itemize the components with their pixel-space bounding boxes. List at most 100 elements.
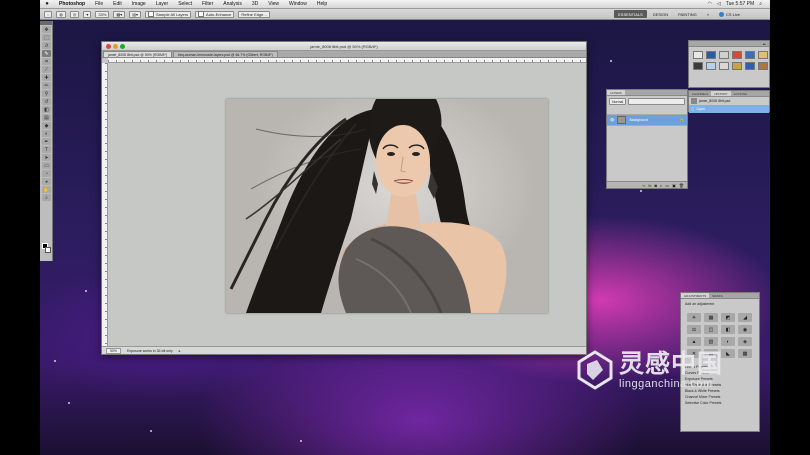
black-white-icon[interactable]: ◉ <box>738 325 752 334</box>
vertical-ruler[interactable] <box>102 63 108 346</box>
quick-selection-tool-icon[interactable]: ✎ <box>42 50 51 57</box>
style-swatch[interactable] <box>719 51 729 59</box>
style-swatch[interactable] <box>758 51 768 59</box>
zoom-tool-icon[interactable]: ⌕ <box>42 194 51 201</box>
menu-view[interactable]: View <box>263 1 284 7</box>
marquee-tool-icon[interactable]: ⬚ <box>42 34 51 41</box>
brightness-contrast-icon[interactable]: ☀ <box>687 313 701 322</box>
invert-icon[interactable]: ◐ <box>721 337 735 346</box>
layer-style-icon[interactable]: fx <box>648 183 651 188</box>
add-mask-icon[interactable]: ◙ <box>655 183 657 188</box>
volume-icon[interactable]: ◁ <box>717 1 721 7</box>
style-swatch[interactable] <box>732 62 742 70</box>
wifi-icon[interactable]: ◠ <box>708 1 712 7</box>
style-swatch[interactable] <box>732 51 742 59</box>
hand-tool-icon[interactable]: ✋ <box>42 186 51 193</box>
opacity-field[interactable] <box>628 98 685 105</box>
3d-camera-tool-icon[interactable]: ◕ <box>42 178 51 185</box>
arrange-documents-dropdown[interactable]: ▤▾ <box>129 10 142 18</box>
status-menu-icon[interactable]: ▸ <box>179 349 181 353</box>
vibrance-icon[interactable]: ⚖ <box>687 325 701 334</box>
zoom-value-field[interactable]: 33% <box>95 10 110 18</box>
menu-3d[interactable]: 3D <box>247 1 263 7</box>
menu-analysis[interactable]: Analysis <box>218 1 247 7</box>
dodge-tool-icon[interactable]: ◐ <box>42 130 51 137</box>
tab-adjustments[interactable]: ADJUSTMENTS <box>681 293 710 298</box>
pen-tool-icon[interactable]: ✒ <box>42 138 51 145</box>
portrait-photo[interactable] <box>226 99 548 313</box>
menu-window[interactable]: Window <box>284 1 312 7</box>
canvas-area[interactable] <box>109 64 585 346</box>
status-info-text[interactable]: Exposure works in 32-bit only <box>127 349 173 353</box>
menu-app-name[interactable]: Photoshop <box>54 1 90 7</box>
status-zoom-field[interactable]: 50% <box>106 347 122 354</box>
tab-history[interactable]: HISTORY <box>711 91 731 96</box>
cs-live-button[interactable]: CS Live <box>718 11 740 17</box>
style-swatch[interactable] <box>693 51 703 59</box>
levels-icon[interactable]: ▦ <box>704 313 718 322</box>
new-group-icon[interactable]: ▭ <box>665 183 669 188</box>
new-layer-icon[interactable]: ▣ <box>672 183 676 188</box>
crop-tool-icon[interactable]: ⌗ <box>42 58 51 65</box>
menu-file[interactable]: File <box>90 1 108 7</box>
style-swatch[interactable] <box>693 62 703 70</box>
blend-mode-select[interactable]: Normal <box>609 98 627 105</box>
workspace-painting[interactable]: PAINTING <box>674 10 701 18</box>
posterize-icon[interactable]: ◈ <box>738 337 752 346</box>
view-extras-dropdown[interactable]: ▦▾ <box>113 10 126 18</box>
exposure-icon[interactable]: ◢ <box>738 313 752 322</box>
delete-layer-icon[interactable]: 🗑 <box>679 183 684 188</box>
menu-help[interactable]: Help <box>312 1 332 7</box>
auto-enhance-checkbox[interactable]: Auto-Enhance <box>195 10 235 18</box>
menu-image[interactable]: Image <box>127 1 151 7</box>
menu-clock[interactable]: Tue 5:57 PM <box>726 1 754 7</box>
menu-select[interactable]: Select <box>173 1 197 7</box>
tab-layers[interactable]: LAYERS <box>607 90 625 95</box>
tool-preset-picker[interactable]: ◌ <box>44 10 53 18</box>
link-layers-icon[interactable]: ∞ <box>643 183 646 188</box>
type-tool-icon[interactable]: T <box>42 146 51 153</box>
spotlight-icon[interactable]: ⌕ <box>759 1 762 7</box>
lasso-tool-icon[interactable]: ∂ <box>42 42 51 49</box>
layer-visibility-icon[interactable]: 👁 <box>610 118 614 122</box>
style-swatch[interactable] <box>706 62 716 70</box>
layer-row-background[interactable]: 👁 Background 🔒 <box>607 115 687 126</box>
history-brush-tool-icon[interactable]: ↺ <box>42 98 51 105</box>
history-snapshot-row[interactable]: jamie_8008 8bit.psd <box>689 97 769 105</box>
document-tab[interactable]: bbq-woman-lemonade-layers.psd @ 66.7% (G… <box>173 51 278 57</box>
channel-mixer-icon[interactable]: ▥ <box>704 337 718 346</box>
tab-channels[interactable]: CHANNELS <box>689 91 711 96</box>
more-adjustments-icon[interactable]: ▩ <box>738 349 752 358</box>
tab-masks[interactable]: MASKS <box>709 293 726 298</box>
curves-icon[interactable]: ◩ <box>721 313 735 322</box>
shape-tool-icon[interactable]: ▭ <box>42 162 51 169</box>
move-tool-icon[interactable]: ✥ <box>42 26 51 33</box>
history-state-row[interactable]: ▢ Open <box>689 105 769 113</box>
style-swatch[interactable] <box>719 62 729 70</box>
workspace-more-icon[interactable]: » <box>703 10 713 18</box>
apple-icon[interactable]: ● <box>40 1 54 7</box>
sample-all-layers-checkbox[interactable]: Sample All Layers <box>145 10 192 18</box>
color-balance-icon[interactable]: ◧ <box>721 325 735 334</box>
document-titlebar[interactable]: jamie_8008 8bit.psd @ 50% (RGB/8*) <box>102 42 586 51</box>
add-selection-mode[interactable]: ◎ <box>69 10 80 18</box>
document-tab-active[interactable]: jamie_8008 8bit.psd @ 50% (RGB/8*) <box>103 51 172 57</box>
style-swatch[interactable] <box>758 62 768 70</box>
background-color-swatch[interactable] <box>45 247 51 253</box>
new-selection-mode[interactable]: ◍ <box>56 10 66 18</box>
panel-collapse-icon[interactable]: ▸▸ <box>760 41 769 46</box>
eyedropper-tool-icon[interactable]: ⁄ <box>42 66 51 73</box>
horizontal-ruler[interactable] <box>108 58 586 63</box>
tab-actions[interactable]: ACTIONS <box>731 91 750 96</box>
menu-filter[interactable]: Filter <box>197 1 218 7</box>
selective-color-icon[interactable]: ◣ <box>721 349 735 358</box>
menu-layer[interactable]: Layer <box>151 1 174 7</box>
blur-tool-icon[interactable]: ◆ <box>42 122 51 129</box>
healing-brush-tool-icon[interactable]: ✚ <box>42 74 51 81</box>
workspace-design[interactable]: DESIGN <box>649 10 672 18</box>
eraser-tool-icon[interactable]: ◧ <box>42 106 51 113</box>
hue-saturation-icon[interactable]: ◫ <box>704 325 718 334</box>
style-swatch[interactable] <box>706 51 716 59</box>
brush-size-picker[interactable]: ▾ <box>83 10 92 18</box>
style-swatch[interactable] <box>745 62 755 70</box>
